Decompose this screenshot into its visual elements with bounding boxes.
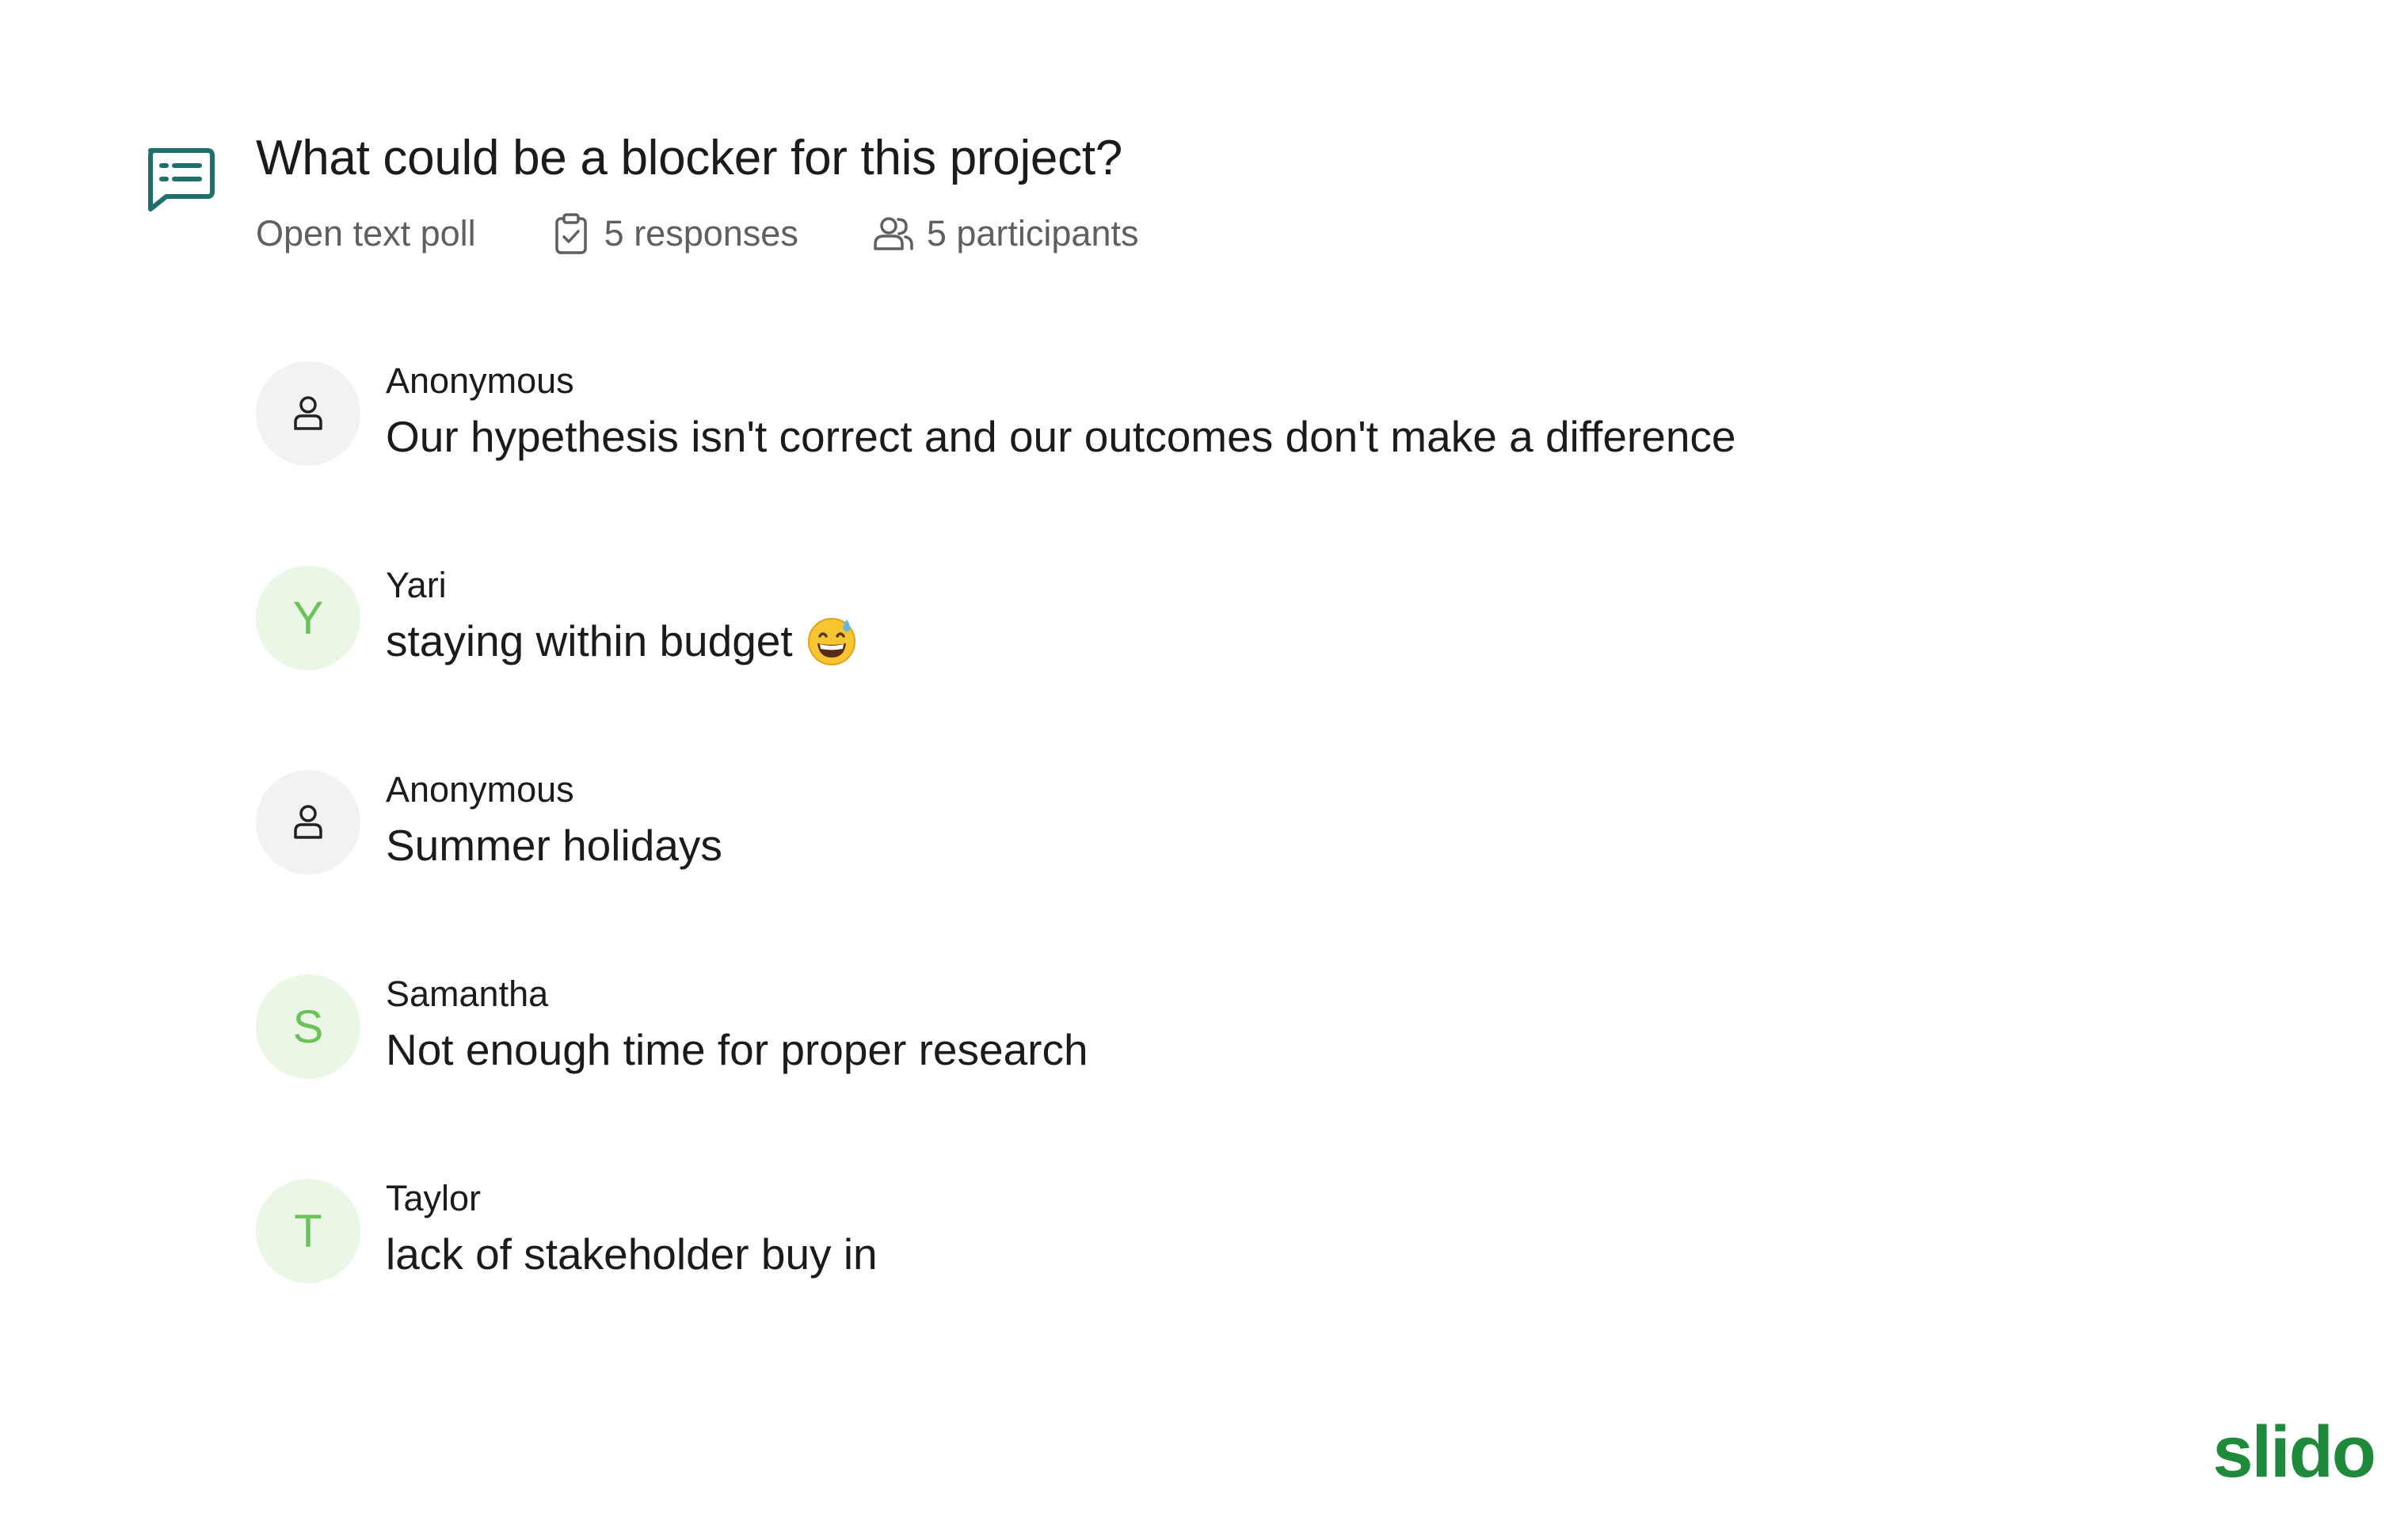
response-body: Taylor lack of stakeholder buy in	[386, 1177, 878, 1283]
user-icon	[294, 396, 322, 430]
response-body: Anonymous Summer holidays	[386, 768, 722, 875]
avatar: T	[256, 1179, 360, 1283]
response-text: Summer holidays	[386, 821, 722, 870]
response-text: Our hypethesis isn't correct and our out…	[386, 412, 1736, 461]
grinning-sweat-emoji-icon	[807, 618, 855, 665]
avatar	[256, 770, 360, 875]
response-body: Samantha Not enough time for proper rese…	[386, 973, 1088, 1079]
response-author: Anonymous	[386, 360, 574, 401]
participants-count-label: 5 participants	[926, 213, 1139, 253]
responses-count-label: 5 responses	[604, 213, 798, 253]
response-item: Anonymous Our hypethesis isn't correct a…	[256, 360, 1998, 564]
responses-count: 5 responses	[549, 212, 798, 256]
response-item: Anonymous Summer holidays	[256, 768, 1998, 973]
response-text: staying within budget	[386, 616, 793, 665]
poll-meta: Open text poll 5 responses 5 participant…	[256, 206, 1138, 261]
response-body: Yari staying within budget	[386, 564, 858, 670]
response-author: Samantha	[386, 974, 549, 1014]
clipboard-check-icon	[554, 213, 587, 254]
participants-icon	[874, 217, 913, 250]
response-author: Yari	[386, 565, 447, 605]
poll-results-page: What could be a blocker for this project…	[0, 0, 2408, 1540]
response-text: Not enough time for proper research	[386, 1025, 1088, 1074]
response-author: Anonymous	[386, 769, 574, 810]
poll-type-label: Open text poll	[256, 213, 476, 253]
avatar: S	[256, 974, 360, 1079]
response-body: Anonymous Our hypethesis isn't correct a…	[386, 360, 1736, 466]
open-text-poll-icon	[148, 148, 215, 212]
participants-count: 5 participants	[871, 212, 1139, 256]
response-item: T Taylor lack of stakeholder buy in	[256, 1177, 1998, 1382]
response-item: Y Yari staying within budget	[256, 564, 1998, 768]
avatar	[256, 361, 360, 466]
poll-type: Open text poll	[256, 213, 476, 254]
poll-header: What could be a blocker for this project…	[256, 125, 1138, 261]
avatar: Y	[256, 566, 360, 670]
responses-list: Anonymous Our hypethesis isn't correct a…	[256, 360, 1998, 1382]
user-icon	[294, 805, 322, 839]
response-author: Taylor	[386, 1178, 482, 1218]
response-text-line: staying within budget	[386, 612, 858, 670]
response-text: lack of stakeholder buy in	[386, 1229, 878, 1279]
poll-question: What could be a blocker for this project…	[256, 131, 1122, 185]
slido-logo: slido	[2212, 1412, 2376, 1492]
response-item: S Samantha Not enough time for proper re…	[256, 973, 1998, 1177]
